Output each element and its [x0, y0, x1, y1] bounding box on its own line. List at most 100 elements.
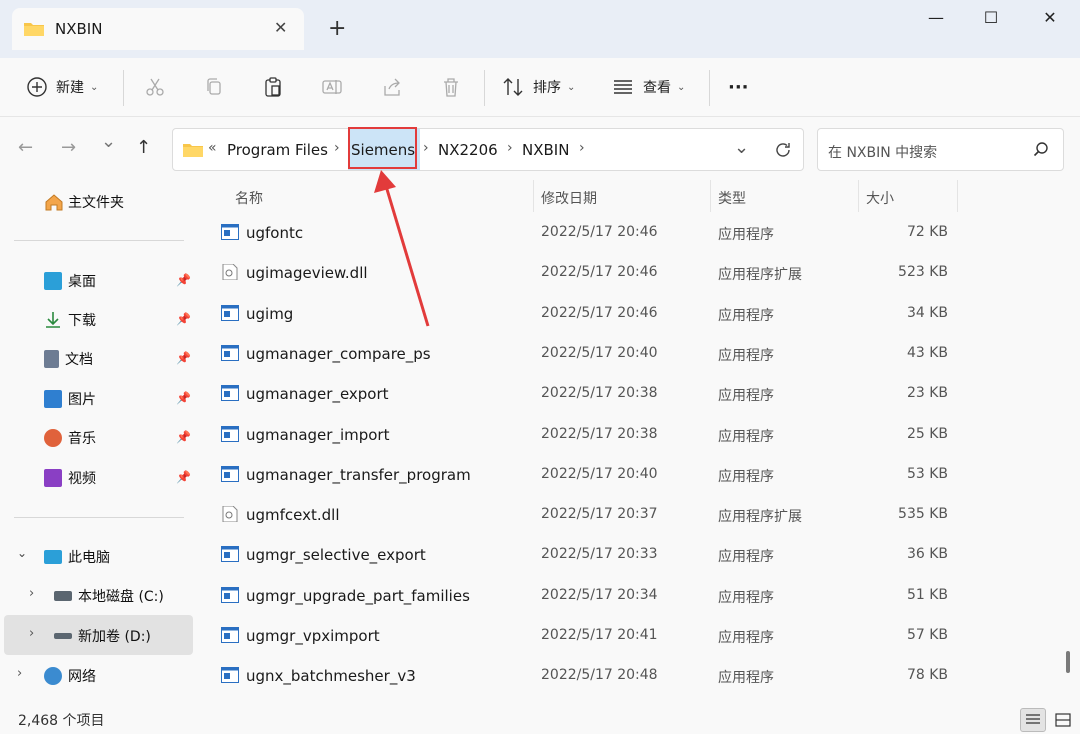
table-row[interactable]: ugnx_batchmesher_v3 2022/5/17 20:48 应用程序 78… — [215, 657, 1060, 697]
file-name: ugmgr_vpximport — [246, 627, 380, 645]
column-header-size[interactable]: 大小 — [866, 188, 894, 208]
table-row[interactable]: ugmgr_selective_export 2022/5/17 20:33 应用程… — [215, 536, 1060, 576]
copy-button[interactable] — [203, 70, 225, 104]
divider — [14, 240, 184, 241]
sidebar-item-desktop[interactable]: 桌面 — [44, 271, 96, 291]
breadcrumb-chevron-icon[interactable]: › — [423, 140, 429, 156]
new-button[interactable]: 新建 ⌄ — [26, 70, 98, 104]
tab-close-icon[interactable]: ✕ — [274, 18, 287, 37]
paste-button[interactable] — [262, 70, 284, 104]
pin-icon[interactable]: 📌 — [176, 470, 191, 484]
recent-locations-button[interactable]: ⌄ — [101, 131, 116, 152]
pin-icon[interactable]: 📌 — [176, 391, 191, 405]
delete-button[interactable] — [440, 70, 462, 104]
cut-button[interactable] — [144, 70, 166, 104]
column-header-name[interactable]: 名称 — [235, 188, 263, 208]
search-placeholder[interactable]: 在 NXBIN 中搜索 — [828, 142, 937, 162]
table-row[interactable]: ugmanager_compare_ps 2022/5/17 20:40 应用程序 4… — [215, 335, 1060, 375]
details-view-button[interactable] — [1020, 708, 1046, 732]
new-tab-button[interactable]: + — [328, 18, 346, 40]
expand-chevron-icon[interactable]: ⌄ — [17, 546, 27, 560]
back-button[interactable]: ← — [18, 137, 33, 158]
rename-button[interactable] — [321, 70, 343, 104]
file-name: ugmanager_transfer_program — [246, 465, 471, 484]
breadcrumb-overflow[interactable]: « — [208, 140, 217, 156]
expand-chevron-icon[interactable]: › — [17, 666, 22, 681]
file-modified-date: 2022/5/17 20:46 — [541, 304, 658, 321]
refresh-icon[interactable] — [774, 141, 792, 159]
table-row[interactable]: ugmanager_import 2022/5/17 20:38 应用程序 25 KB — [215, 416, 1060, 456]
minimize-button[interactable]: — — [916, 8, 956, 32]
table-row[interactable]: ugmanager_export 2022/5/17 20:38 应用程序 23 KB — [215, 375, 1060, 415]
column-divider[interactable] — [858, 180, 859, 212]
file-name: ugimageview.dll — [246, 264, 368, 283]
file-type: 应用程序扩展 — [718, 267, 802, 284]
file-name: ugmanager_export — [246, 385, 389, 404]
sidebar-item-music[interactable]: 音乐 — [44, 428, 96, 448]
chevron-down-icon: ⌄ — [677, 81, 686, 93]
computer-icon — [44, 550, 62, 564]
close-button[interactable]: ✕ — [1030, 8, 1070, 32]
table-row[interactable]: ugmanager_transfer_program 2022/5/17 20:4… — [215, 456, 1060, 496]
pin-icon[interactable]: 📌 — [176, 430, 191, 444]
pin-icon[interactable]: 📌 — [176, 351, 191, 365]
table-row[interactable]: ugmfcext.dll 2022/5/17 20:37 应用程序扩展 535 KB — [215, 496, 1060, 536]
divider — [123, 70, 124, 106]
address-bar[interactable]: « Program Files › Siemens › NX2206 › NXB… — [172, 128, 804, 171]
breadcrumb-chevron-icon[interactable]: › — [507, 140, 513, 156]
breadcrumb-program-files[interactable]: Program Files — [227, 141, 328, 159]
expand-chevron-icon[interactable]: › — [29, 586, 34, 601]
sort-button[interactable]: 排序 ⌄ — [502, 70, 575, 104]
pin-icon[interactable]: 📌 — [176, 273, 191, 287]
sidebar-item-label: 本地磁盘 (C:) — [78, 589, 164, 605]
breadcrumb-nx2206[interactable]: NX2206 — [438, 141, 498, 159]
search-icon[interactable] — [1033, 141, 1049, 157]
sidebar-item-label: 网络 — [68, 669, 96, 685]
file-type: 应用程序 — [718, 670, 774, 687]
document-icon — [44, 350, 59, 368]
breadcrumb-chevron-icon[interactable]: › — [579, 140, 585, 156]
column-divider[interactable] — [533, 180, 534, 212]
table-row[interactable]: ugmgr_vpximport 2022/5/17 20:41 应用程序 57 KB — [215, 617, 1060, 657]
breadcrumb-chevron-icon[interactable]: › — [334, 140, 340, 156]
vertical-scrollbar-thumb[interactable] — [1066, 651, 1070, 673]
sidebar-item-this-pc[interactable]: 此电脑 — [44, 547, 110, 567]
expand-chevron-icon[interactable]: › — [29, 626, 34, 641]
column-header-type[interactable]: 类型 — [718, 188, 746, 208]
application-icon — [221, 344, 239, 361]
sidebar-item-videos[interactable]: 视频 — [44, 468, 96, 488]
status-bar: 2,468 个项目 — [0, 704, 1080, 734]
sidebar-item-downloads[interactable]: 下载 — [44, 310, 96, 330]
view-button[interactable]: 查看 ⌄ — [612, 70, 685, 104]
address-history-chevron-icon[interactable]: ⌄ — [734, 137, 749, 158]
pin-icon[interactable]: 📌 — [176, 312, 191, 326]
search-box[interactable]: 在 NXBIN 中搜索 — [817, 128, 1064, 171]
sidebar-item-network[interactable]: 网络 — [44, 666, 96, 686]
column-divider[interactable] — [710, 180, 711, 212]
breadcrumb-nxbin[interactable]: NXBIN — [522, 141, 569, 159]
tiles-view-button[interactable] — [1050, 708, 1076, 732]
sidebar-item-pictures[interactable]: 图片 — [44, 389, 96, 409]
column-header-date[interactable]: 修改日期 — [541, 188, 597, 208]
share-button[interactable] — [381, 70, 403, 104]
sidebar-item-documents[interactable]: 文档 — [44, 349, 93, 369]
maximize-button[interactable]: ☐ — [971, 8, 1011, 32]
up-button[interactable]: ↑ — [136, 137, 151, 158]
table-row[interactable]: ugimageview.dll 2022/5/17 20:46 应用程序扩展 523 … — [215, 254, 1060, 294]
table-row[interactable]: ugimg 2022/5/17 20:46 应用程序 34 KB — [215, 295, 1060, 335]
more-options-button[interactable]: ··· — [728, 70, 749, 104]
column-divider[interactable] — [957, 180, 958, 212]
sidebar-item-label: 新加卷 (D:) — [78, 629, 151, 645]
sidebar-item-home[interactable]: 主文件夹 — [44, 192, 124, 212]
tab-nxbin[interactable]: NXBIN ✕ — [12, 8, 304, 50]
table-row[interactable]: ugfontc 2022/5/17 20:46 应用程序 72 KB — [215, 214, 1060, 254]
file-type: 应用程序 — [718, 307, 774, 324]
file-modified-date: 2022/5/17 20:40 — [541, 344, 658, 361]
application-icon — [221, 586, 239, 603]
dll-file-icon — [222, 264, 238, 281]
table-row[interactable]: ugmgr_upgrade_part_families 2022/5/17 20:… — [215, 577, 1060, 617]
sidebar-item-drive-c[interactable]: 本地磁盘 (C:) — [54, 586, 164, 606]
forward-button[interactable]: → — [61, 137, 76, 158]
rename-icon — [322, 80, 342, 94]
sidebar-item-drive-d[interactable]: 新加卷 (D:) — [54, 626, 151, 646]
